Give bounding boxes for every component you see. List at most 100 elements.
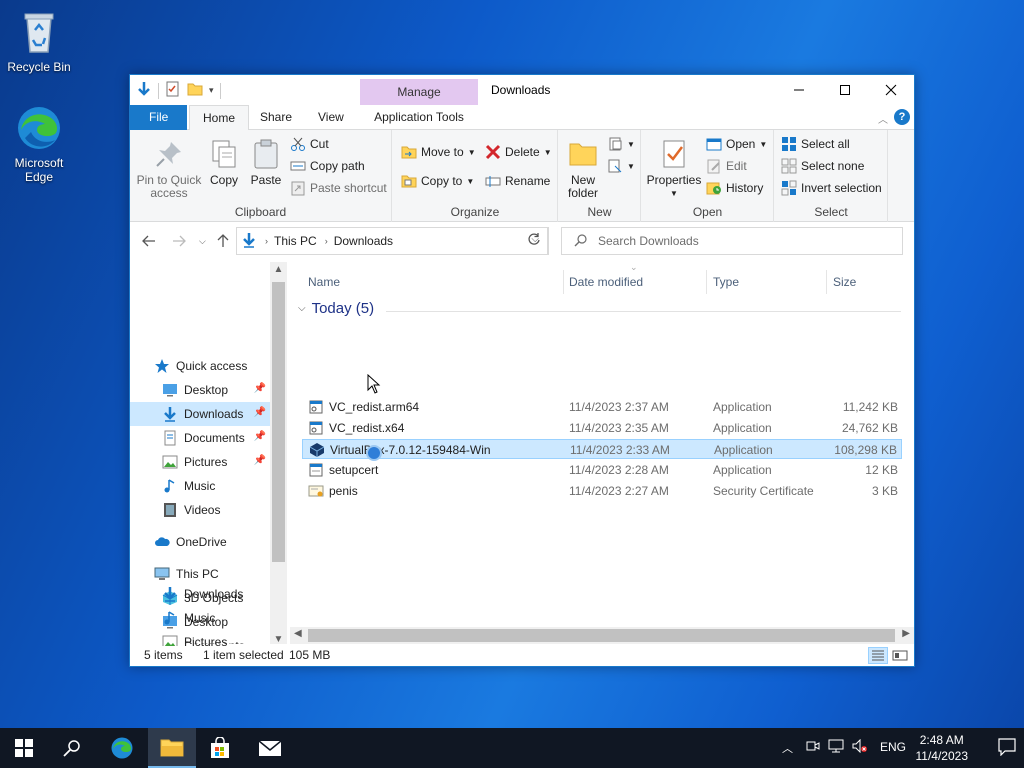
help-icon[interactable]: ? xyxy=(894,109,910,125)
pin-icon[interactable]: 📌 xyxy=(254,455,266,466)
search-input[interactable]: Search Downloads xyxy=(561,227,903,255)
nav-qa-downloads[interactable]: Downloads 📌 xyxy=(130,402,270,426)
history-button[interactable]: History xyxy=(706,180,763,196)
invert-selection-icon xyxy=(781,180,797,196)
nav-label: OneDrive xyxy=(176,535,227,549)
nav-qa-videos[interactable]: Videos xyxy=(130,498,270,522)
copy-to-button[interactable]: Copy to ▼ xyxy=(401,173,474,189)
maximize-button[interactable] xyxy=(822,75,868,105)
notifications-icon[interactable] xyxy=(998,738,1016,759)
select-none-button[interactable]: Select none xyxy=(781,158,864,174)
minimize-button[interactable] xyxy=(776,75,822,105)
delete-button[interactable]: Delete ▼ xyxy=(485,144,552,160)
scroll-right-arrow-icon[interactable]: ▶ xyxy=(902,628,910,639)
open-button[interactable]: Open ▼ xyxy=(706,136,767,152)
clipboard-group-label: Clipboard xyxy=(234,205,287,219)
search-button[interactable] xyxy=(48,728,96,768)
scissors-icon xyxy=(290,136,306,152)
meet-now-icon[interactable] xyxy=(806,739,820,756)
easy-access-button[interactable]: ▼ xyxy=(607,158,635,174)
recent-locations-chevron-icon[interactable]: ⌵ xyxy=(199,236,206,247)
taskbar-store[interactable] xyxy=(196,728,244,768)
new-item-button[interactable]: ▼ xyxy=(607,136,635,152)
pin-to-quick-access-button[interactable]: Pin to Quick access xyxy=(136,138,202,200)
file-row[interactable]: setupcert 11/4/2023 2:28 AM Application … xyxy=(302,460,902,480)
start-button[interactable] xyxy=(0,728,48,768)
refresh-button[interactable] xyxy=(519,227,549,255)
nav-vertical-scrollbar[interactable]: ▲ ▼ xyxy=(270,262,287,647)
group-header-today[interactable]: ⌵ Today (5) xyxy=(298,300,374,317)
pin-icon[interactable]: 📌 xyxy=(254,407,266,418)
new-folder-qat-icon[interactable] xyxy=(187,81,203,100)
nav-quick-access[interactable]: Quick access xyxy=(154,354,274,378)
copy-button[interactable]: Copy xyxy=(206,138,242,187)
nav-qa-music[interactable]: Music xyxy=(130,474,270,498)
file-row[interactable]: penis 11/4/2023 2:27 AM Security Certifi… xyxy=(302,481,902,501)
network-icon[interactable] xyxy=(828,739,844,756)
pin-icon[interactable]: 📌 xyxy=(254,431,266,442)
nav-qa-documents[interactable]: Documents 📌 xyxy=(130,426,270,450)
new-folder-label: New folder xyxy=(567,173,599,200)
dropdown-arrow-icon: ▼ xyxy=(670,189,678,198)
taskbar-mail[interactable] xyxy=(246,728,294,768)
file-horizontal-scrollbar[interactable]: ◀ ▶ xyxy=(290,627,914,644)
tab-view[interactable]: View xyxy=(305,105,357,130)
tab-manage[interactable]: Manage xyxy=(360,79,478,107)
desktop-icon-recycle-bin[interactable]: Recycle Bin xyxy=(1,8,77,74)
new-folder-button[interactable]: New folder xyxy=(563,138,603,200)
pin-icon[interactable]: 📌 xyxy=(254,383,266,394)
scroll-thumb[interactable] xyxy=(308,629,895,642)
file-row[interactable]: VC_redist.arm64 11/4/2023 2:37 AM Applic… xyxy=(302,397,902,417)
nav-onedrive[interactable]: OneDrive xyxy=(154,530,274,554)
paste-shortcut-button[interactable]: Paste shortcut xyxy=(290,180,387,196)
scroll-thumb[interactable] xyxy=(272,282,285,562)
address-bar[interactable]: › This PC › Downloads ⌵ xyxy=(236,227,548,255)
large-icons-view-button[interactable] xyxy=(890,647,910,664)
language-indicator[interactable]: ENG xyxy=(880,740,906,754)
tab-share[interactable]: Share xyxy=(247,105,305,130)
nav-pc-pictures[interactable]: Pictures xyxy=(130,630,270,646)
forward-button[interactable] xyxy=(172,234,186,252)
breadcrumb-this-pc[interactable]: This PC xyxy=(274,234,317,248)
paste-button[interactable]: Paste xyxy=(246,138,286,187)
move-to-button[interactable]: Move to ▼ xyxy=(401,144,476,160)
details-view-button[interactable] xyxy=(868,647,888,664)
ribbon-collapse-chevron-icon[interactable]: ︿ xyxy=(878,111,888,126)
title-bar[interactable]: ▾ Manage Downloads xyxy=(130,75,914,107)
nav-pc-downloads[interactable]: Downloads xyxy=(130,582,270,606)
volume-muted-icon[interactable] xyxy=(852,738,868,756)
column-header-type[interactable]: Type xyxy=(707,270,827,294)
nav-pc-music[interactable]: Music xyxy=(130,606,270,630)
rename-button[interactable]: Rename xyxy=(485,173,550,189)
column-header-size[interactable]: Size xyxy=(827,270,907,294)
taskbar-edge[interactable] xyxy=(98,728,146,768)
column-header-name[interactable]: Name xyxy=(302,270,564,294)
nav-qa-desktop[interactable]: Desktop 📌 xyxy=(130,378,270,402)
column-header-date-modified[interactable]: Date modified xyxy=(563,270,707,294)
cut-button[interactable]: Cut xyxy=(290,136,329,152)
delete-label: Delete xyxy=(505,145,540,159)
back-button[interactable] xyxy=(142,234,156,252)
show-hidden-icons-chevron-icon[interactable]: ︿ xyxy=(782,740,793,756)
close-button[interactable] xyxy=(868,75,914,105)
taskbar-clock[interactable]: 2:48 AM 11/4/2023 xyxy=(916,732,969,764)
desktop-icon-edge[interactable]: Microsoft Edge xyxy=(1,104,77,184)
tab-file[interactable]: File xyxy=(130,105,188,130)
tab-application-tools[interactable]: Application Tools xyxy=(360,105,478,130)
nav-qa-pictures[interactable]: Pictures 📌 xyxy=(130,450,270,474)
qat-dropdown-icon[interactable]: ▾ xyxy=(209,85,214,96)
invert-selection-button[interactable]: Invert selection xyxy=(781,180,882,196)
file-row[interactable]: VC_redist.x64 11/4/2023 2:35 AM Applicat… xyxy=(302,418,902,438)
scroll-up-arrow-icon[interactable]: ▲ xyxy=(270,264,287,275)
breadcrumb-downloads[interactable]: Downloads xyxy=(334,234,393,248)
select-all-button[interactable]: Select all xyxy=(781,136,850,152)
copy-path-button[interactable]: Copy path xyxy=(290,158,365,174)
scroll-left-arrow-icon[interactable]: ◀ xyxy=(294,628,302,639)
properties-button[interactable]: Properties ▼ xyxy=(646,138,702,200)
file-row-selected[interactable]: VirtualBox-7.0.12-159484-Win 11/4/2023 2… xyxy=(302,439,902,459)
tab-home[interactable]: Home xyxy=(189,105,250,131)
edit-button[interactable]: Edit xyxy=(706,158,747,174)
taskbar-file-explorer[interactable] xyxy=(148,728,196,768)
up-button[interactable] xyxy=(216,234,230,252)
properties-qat-icon[interactable] xyxy=(165,81,181,100)
